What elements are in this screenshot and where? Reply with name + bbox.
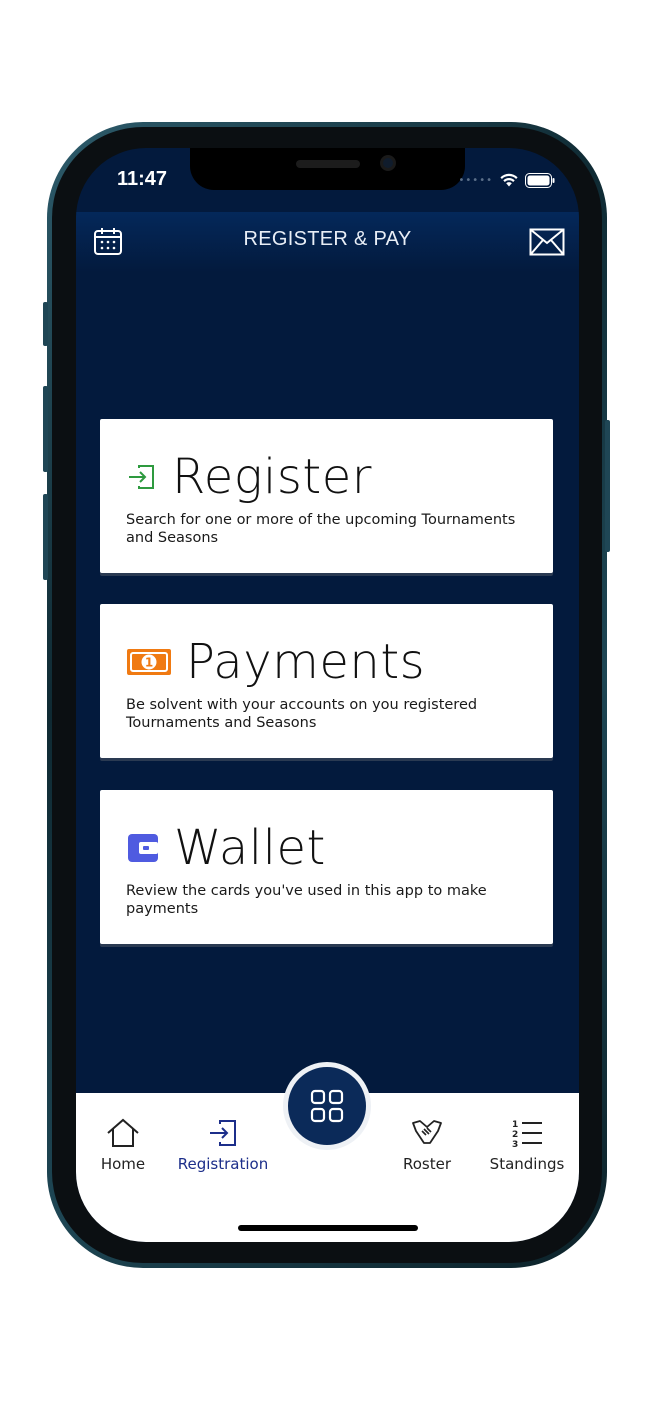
- mute-switch: [43, 302, 48, 346]
- tab-roster[interactable]: Roster: [377, 1117, 477, 1173]
- tab-home-label: Home: [100, 1155, 146, 1173]
- wifi-icon: [500, 173, 518, 187]
- svg-text:1: 1: [145, 656, 153, 670]
- register-description: Search for one or more of the upcoming T…: [126, 512, 516, 546]
- handshake-icon: [412, 1120, 442, 1144]
- status-indicators: •••••: [459, 172, 556, 188]
- register-card-header: Register: [126, 447, 372, 507]
- tab-standings-label: Standings: [489, 1155, 565, 1173]
- camera: [380, 155, 396, 171]
- payments-card-header: 1 Payments: [126, 632, 425, 692]
- wallet-card[interactable]: Wallet Review the cards you've used in t…: [100, 790, 553, 944]
- home-indicator[interactable]: [238, 1225, 418, 1231]
- page-title: REGISTER & PAY: [243, 228, 412, 250]
- sign-in-icon: [210, 1120, 236, 1146]
- grid-icon: [310, 1089, 344, 1123]
- device-mockup: 11:47 ••••• REGISTER & PAY Register Sear…: [0, 0, 652, 1412]
- money-bill-icon: 1: [127, 649, 171, 675]
- volume-down-button: [43, 494, 48, 580]
- center-menu-button[interactable]: [283, 1062, 371, 1150]
- screen: 11:47 ••••• REGISTER & PAY Register Sear…: [76, 148, 579, 1242]
- sign-in-icon: [129, 465, 154, 489]
- notch: [190, 148, 465, 190]
- tab-registration[interactable]: Registration: [173, 1117, 273, 1173]
- power-button: [605, 420, 610, 552]
- home-icon: [107, 1118, 139, 1147]
- wallet-title: Wallet: [174, 820, 326, 876]
- svg-text:3: 3: [512, 1140, 518, 1149]
- volume-up-button: [43, 386, 48, 472]
- svg-text:1: 1: [512, 1120, 518, 1130]
- battery-icon: [525, 172, 555, 188]
- tab-home[interactable]: Home: [76, 1117, 173, 1173]
- register-title: Register: [172, 449, 372, 505]
- payments-title: Payments: [186, 634, 426, 690]
- payments-card[interactable]: 1 Payments Be solvent with your accounts…: [100, 604, 553, 758]
- mail-icon[interactable]: [529, 228, 565, 256]
- status-time: 11:47: [117, 168, 168, 190]
- payments-description: Be solvent with your accounts on you reg…: [126, 697, 478, 731]
- wallet-icon: [128, 834, 158, 862]
- tab-roster-label: Roster: [402, 1155, 452, 1173]
- tab-standings[interactable]: 1 2 3 Standings: [477, 1117, 577, 1173]
- numbered-list-icon: 1 2 3: [512, 1120, 542, 1149]
- speaker: [296, 160, 360, 168]
- wallet-card-header: Wallet: [126, 818, 326, 878]
- signal-icon: •••••: [458, 174, 493, 186]
- svg-text:2: 2: [512, 1130, 518, 1140]
- tab-registration-label: Registration: [177, 1155, 269, 1173]
- register-card[interactable]: Register Search for one or more of the u…: [100, 419, 553, 573]
- wallet-description: Review the cards you've used in this app…: [126, 883, 487, 917]
